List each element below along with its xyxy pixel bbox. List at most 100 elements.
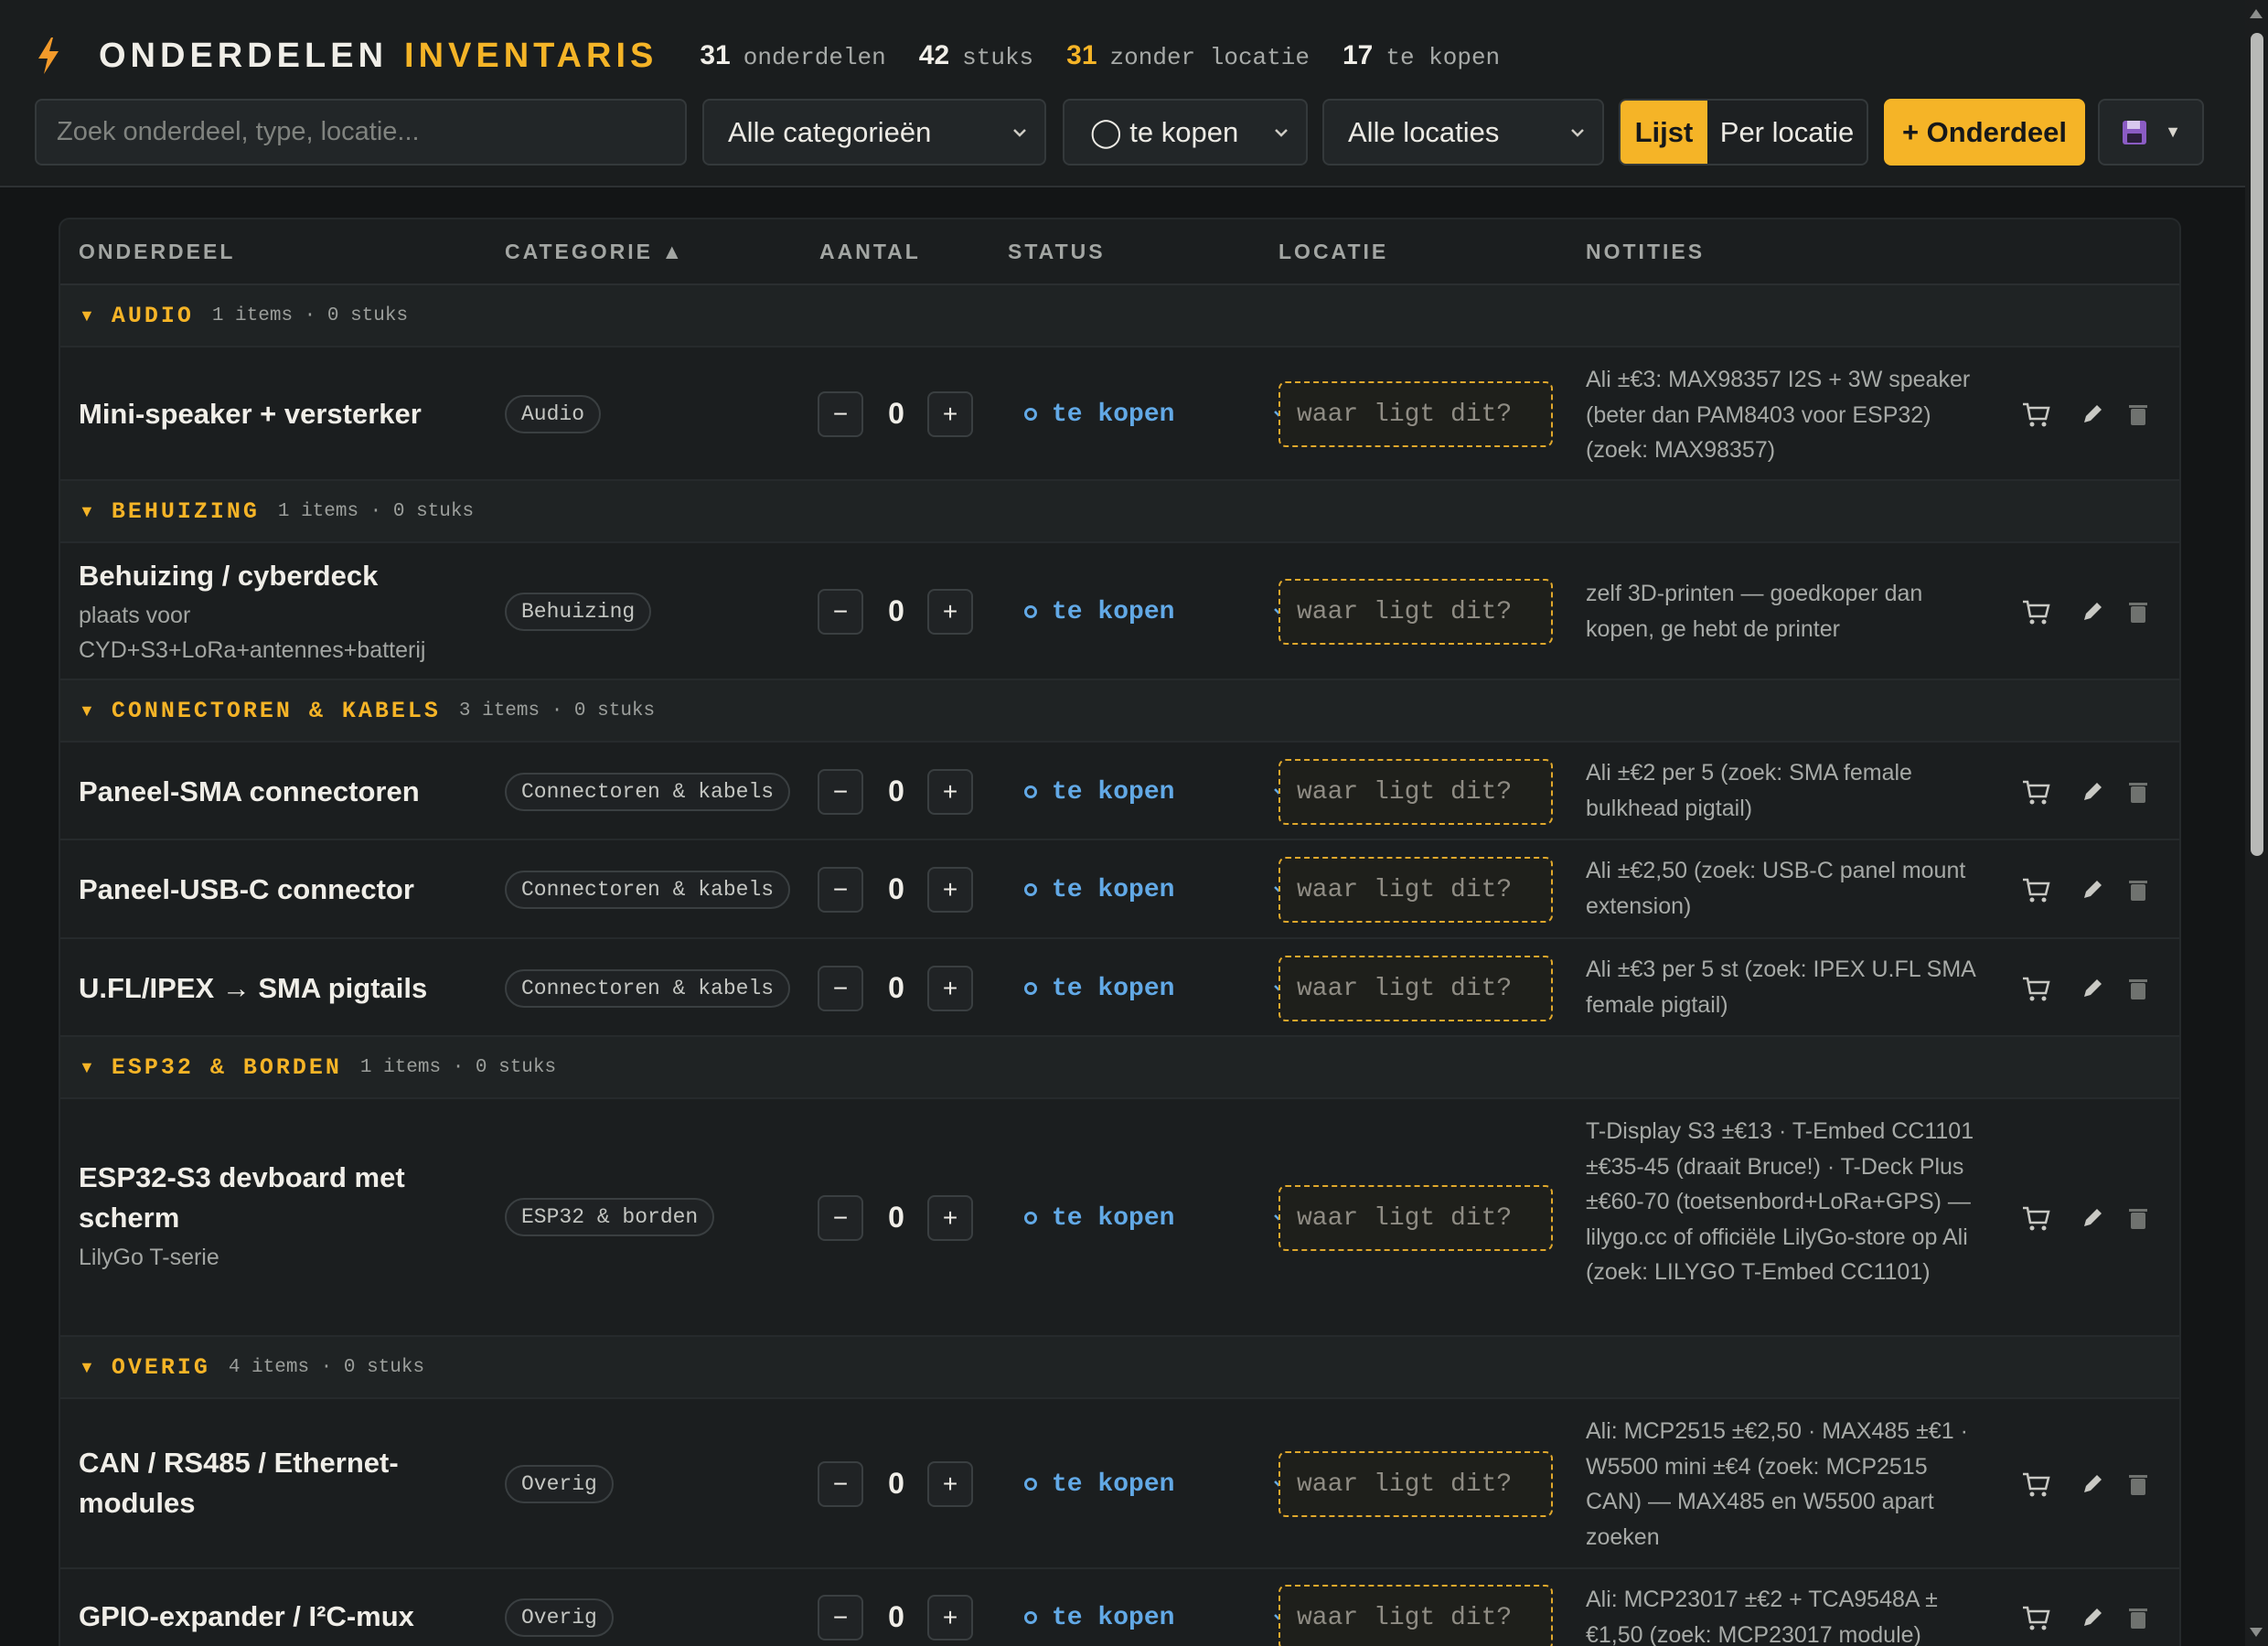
- trash-icon[interactable]: [2123, 874, 2154, 905]
- group-header[interactable]: ▼ AUDIO 1 items · 0 stuks: [60, 285, 2179, 347]
- trash-icon[interactable]: [2123, 596, 2154, 627]
- add-part-button[interactable]: + Onderdeel: [1884, 99, 2085, 166]
- pencil-icon[interactable]: [2077, 1469, 2108, 1500]
- group-header[interactable]: ▼ OVERIG 4 items · 0 stuks: [60, 1337, 2179, 1399]
- increment-button[interactable]: +: [927, 589, 973, 635]
- cart-icon[interactable]: [2021, 1602, 2052, 1633]
- pencil-icon[interactable]: [2077, 776, 2108, 807]
- decrement-button[interactable]: −: [818, 1595, 863, 1641]
- decrement-button[interactable]: −: [818, 966, 863, 1011]
- status-select[interactable]: te kopen: [1024, 867, 1299, 913]
- location-input[interactable]: waar ligt dit?: [1278, 956, 1553, 1021]
- collapse-triangle-icon: ▼: [79, 700, 95, 720]
- location-input[interactable]: waar ligt dit?: [1278, 1585, 1553, 1646]
- decrement-button[interactable]: −: [818, 769, 863, 815]
- trash-icon[interactable]: [2123, 399, 2154, 430]
- group-meta: 3 items · 0 stuks: [458, 700, 656, 721]
- view-toggle: Lijst Per locatie: [1619, 99, 1868, 166]
- quantity-value: 0: [888, 594, 904, 627]
- increment-button[interactable]: +: [927, 769, 973, 815]
- pencil-icon[interactable]: [2077, 874, 2108, 905]
- trash-icon[interactable]: [2123, 973, 2154, 1004]
- column-header[interactable]: CATEGORIE ▲: [505, 240, 685, 264]
- search-input[interactable]: [35, 99, 687, 166]
- decrement-button[interactable]: −: [818, 589, 863, 635]
- column-header[interactable]: STATUS: [1008, 240, 1106, 264]
- increment-button[interactable]: +: [927, 1461, 973, 1507]
- location-input[interactable]: waar ligt dit?: [1278, 579, 1553, 645]
- group-name: BEHUIZING: [111, 497, 260, 525]
- column-header[interactable]: AANTAL: [819, 240, 921, 264]
- location-input[interactable]: waar ligt dit?: [1278, 1185, 1553, 1251]
- pencil-icon[interactable]: [2077, 1202, 2108, 1234]
- quantity-value: 0: [888, 775, 904, 807]
- cart-icon[interactable]: [2021, 1469, 2052, 1500]
- part-name: GPIO-expander / I²C-mux: [79, 1600, 414, 1632]
- pencil-icon[interactable]: [2077, 596, 2108, 627]
- location-input[interactable]: waar ligt dit?: [1278, 1451, 1553, 1517]
- location-input[interactable]: waar ligt dit?: [1278, 759, 1553, 825]
- group-name: CONNECTOREN & KABELS: [111, 697, 441, 724]
- decrement-button[interactable]: −: [818, 391, 863, 437]
- increment-button[interactable]: +: [927, 1595, 973, 1641]
- status-select[interactable]: te kopen: [1024, 589, 1299, 635]
- decrement-button[interactable]: −: [818, 867, 863, 913]
- status-select[interactable]: te kopen: [1024, 966, 1299, 1011]
- cart-icon[interactable]: [2021, 776, 2052, 807]
- notes-text: T-Display S3 ±€13 · T-Embed CC1101 ±€35-…: [1586, 1118, 1974, 1285]
- view-location-button[interactable]: Per locatie: [1707, 101, 1867, 164]
- status-select-value: ◯ te kopen: [1090, 115, 1239, 148]
- quantity-value: 0: [888, 1201, 904, 1234]
- view-list-button[interactable]: Lijst: [1621, 101, 1707, 164]
- increment-button[interactable]: +: [927, 867, 973, 913]
- location-select[interactable]: Alle locaties: [1322, 99, 1604, 166]
- table-row: Mini-speaker + versterker Audio − 0 + te…: [60, 347, 2179, 481]
- column-header[interactable]: NOTITIES: [1586, 240, 1705, 264]
- stat-number: 31: [700, 40, 731, 70]
- quantity-value: 0: [888, 1467, 904, 1500]
- pencil-icon[interactable]: [2077, 399, 2108, 430]
- scrollbar-thumb[interactable]: [2251, 33, 2263, 856]
- category-select-value: Alle categorieën: [728, 115, 932, 148]
- status-select[interactable]: te kopen: [1024, 1461, 1299, 1507]
- column-header[interactable]: LOCATIE: [1278, 240, 1388, 264]
- status-select[interactable]: ◯ te kopen: [1063, 99, 1308, 166]
- column-header[interactable]: ONDERDEEL: [79, 240, 235, 264]
- decrement-button[interactable]: −: [818, 1195, 863, 1241]
- status-select[interactable]: te kopen: [1024, 391, 1299, 437]
- scroll-up-arrow-icon[interactable]: [2250, 9, 2263, 18]
- status-select[interactable]: te kopen: [1024, 769, 1299, 815]
- trash-icon[interactable]: [2123, 1469, 2154, 1500]
- status-select[interactable]: te kopen: [1024, 1595, 1299, 1641]
- part-name: Paneel-USB-C connector: [79, 873, 414, 905]
- cart-icon[interactable]: [2021, 1202, 2052, 1234]
- category-pill: Overig: [505, 1465, 614, 1503]
- status-label: te kopen: [1052, 400, 1175, 429]
- cart-icon[interactable]: [2021, 874, 2052, 905]
- save-menu-button[interactable]: ▼: [2098, 99, 2204, 166]
- location-input[interactable]: waar ligt dit?: [1278, 857, 1553, 923]
- vertical-scrollbar[interactable]: [2245, 0, 2268, 1646]
- increment-button[interactable]: +: [927, 1195, 973, 1241]
- trash-icon[interactable]: [2123, 1202, 2154, 1234]
- status-select[interactable]: te kopen: [1024, 1195, 1299, 1241]
- group-header[interactable]: ▼ ESP32 & BORDEN 1 items · 0 stuks: [60, 1037, 2179, 1099]
- cart-icon[interactable]: [2021, 596, 2052, 627]
- table-row: Paneel-USB-C connector Connectoren & kab…: [60, 840, 2179, 939]
- increment-button[interactable]: +: [927, 391, 973, 437]
- status-circle-icon: [1024, 883, 1037, 896]
- group-header[interactable]: ▼ CONNECTOREN & KABELS 3 items · 0 stuks: [60, 680, 2179, 743]
- trash-icon[interactable]: [2123, 1602, 2154, 1633]
- pencil-icon[interactable]: [2077, 1602, 2108, 1633]
- group-header[interactable]: ▼ BEHUIZING 1 items · 0 stuks: [60, 481, 2179, 543]
- location-input[interactable]: waar ligt dit?: [1278, 381, 1553, 447]
- decrement-button[interactable]: −: [818, 1461, 863, 1507]
- increment-button[interactable]: +: [927, 966, 973, 1011]
- cart-icon[interactable]: [2021, 973, 2052, 1004]
- pencil-icon[interactable]: [2077, 973, 2108, 1004]
- category-select[interactable]: Alle categorieën: [702, 99, 1046, 166]
- cart-icon[interactable]: [2021, 399, 2052, 430]
- trash-icon[interactable]: [2123, 776, 2154, 807]
- stat-pieces: 42 stuks: [919, 40, 1033, 71]
- scroll-down-arrow-icon[interactable]: [2250, 1628, 2263, 1637]
